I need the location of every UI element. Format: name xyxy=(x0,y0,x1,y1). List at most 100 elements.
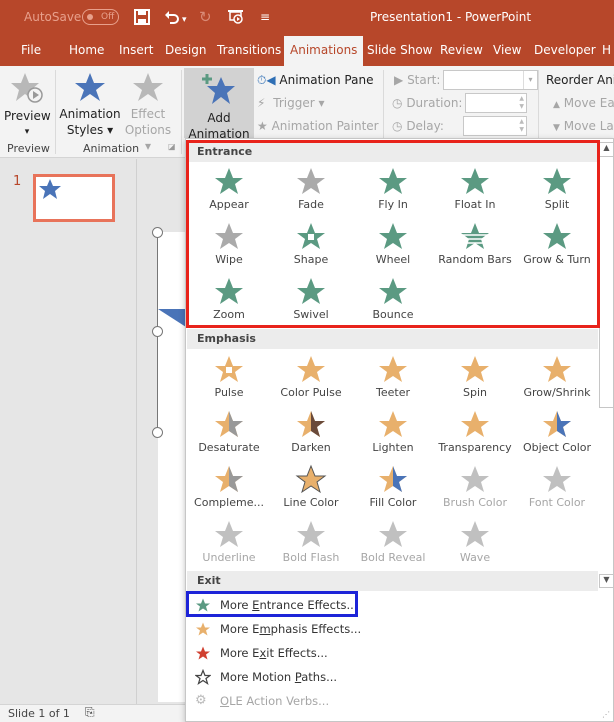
delay-spinner[interactable]: ▲ ▼ xyxy=(463,116,527,136)
animation-transparency[interactable]: Transparency xyxy=(434,406,516,461)
trigger-label: Trigger ▾ xyxy=(273,96,325,110)
undo-dropdown-icon[interactable]: ▾ xyxy=(182,12,187,28)
animation-fly-in[interactable]: Fly In xyxy=(352,163,434,218)
animation-compleme[interactable]: Compleme... xyxy=(188,461,270,516)
tab-transitions[interactable]: Transitions xyxy=(217,43,281,57)
dialog-launcher-icon[interactable]: ◪ xyxy=(168,142,176,151)
resize-handle[interactable] xyxy=(152,227,163,238)
animation-lighten[interactable]: Lighten xyxy=(352,406,434,461)
animation-line-color[interactable]: Line Color xyxy=(270,461,352,516)
animation-underline[interactable]: Underline xyxy=(188,516,270,571)
animation-bounce[interactable]: Bounce xyxy=(352,273,434,328)
animation-brush-color[interactable]: Brush Color xyxy=(434,461,516,516)
menu-more-motion-paths[interactable]: More Motion Paths... xyxy=(187,665,613,689)
animation-darken[interactable]: Darken xyxy=(270,406,352,461)
menu-more-exit-effects[interactable]: More Exit Effects... xyxy=(187,641,613,665)
tab-developer[interactable]: Developer xyxy=(534,43,596,57)
star-shape-fragment[interactable] xyxy=(158,309,188,329)
slide-thumbnail[interactable] xyxy=(33,174,115,222)
move-earlier-button[interactable]: ▲ Move Ea xyxy=(553,95,614,113)
animation-fill-color[interactable]: Fill Color xyxy=(352,461,434,516)
notes-check-icon[interactable]: ⎘ xyxy=(85,705,95,720)
move-later-button[interactable]: ▼ Move La xyxy=(553,118,614,136)
redo-icon[interactable]: ↻ xyxy=(199,9,212,25)
down-arrow-icon: ▼ xyxy=(553,123,560,133)
animation-label: Transparency xyxy=(438,441,512,454)
slide-area xyxy=(158,232,188,702)
scroll-up-icon[interactable]: ▲ xyxy=(600,143,613,157)
customize-qat-icon[interactable]: ≡ xyxy=(260,9,270,25)
delay-label: ◷ Delay: xyxy=(392,119,444,133)
wipe-icon xyxy=(215,223,243,249)
tab-review[interactable]: Review xyxy=(440,43,483,57)
spin-icon xyxy=(461,356,489,382)
add-animation-button[interactable]: Add Animation ▾ xyxy=(184,68,254,157)
animation-spin[interactable]: Spin xyxy=(434,351,516,406)
scroll-down-icon[interactable]: ▼ xyxy=(599,574,614,588)
start-dropdown[interactable]: ▾ xyxy=(443,70,538,90)
undo-icon[interactable] xyxy=(164,9,180,28)
animation-wipe[interactable]: Wipe xyxy=(188,218,270,273)
animation-label: Random Bars xyxy=(438,253,512,266)
save-icon[interactable] xyxy=(134,9,150,28)
animation-label: Split xyxy=(544,198,570,211)
animation-font-color[interactable]: Font Color xyxy=(516,461,598,516)
animation-zoom[interactable]: Zoom xyxy=(188,273,270,328)
start-icon: ▶ xyxy=(394,73,404,87)
tab-insert[interactable]: Insert xyxy=(119,43,153,57)
animation-object-color[interactable]: Object Color xyxy=(516,406,598,461)
spinner-arrows-icon: ▲ ▼ xyxy=(519,118,524,133)
window-title: Presentation1 - PowerPoint xyxy=(370,10,532,24)
animation-label: Fade xyxy=(298,198,324,211)
gallery-scrollbar[interactable]: ▲ xyxy=(599,142,614,408)
tab-view[interactable]: View xyxy=(493,43,521,57)
underline-icon xyxy=(215,521,243,547)
emphasis-star-icon xyxy=(195,621,211,640)
tab-slide-show[interactable]: Slide Show xyxy=(367,43,432,57)
title-bar: AutoSave Off ▾ ↻ ≡ Presentation1 - Power… xyxy=(0,0,614,36)
animation-pane-button[interactable]: ⏱◀ Animation Pane xyxy=(257,72,373,88)
autosave-toggle[interactable]: Off xyxy=(82,9,119,25)
animation-label: Bold Flash xyxy=(282,551,340,564)
menu-more-emphasis-effects[interactable]: More Emphasis Effects... xyxy=(187,617,613,641)
animation-random-bars[interactable]: Random Bars xyxy=(434,218,516,273)
trigger-button[interactable]: ⚡ Trigger ▾ xyxy=(257,95,325,111)
tab-file[interactable]: File xyxy=(21,43,41,57)
group-separator xyxy=(181,70,182,154)
animation-grow-turn[interactable]: Grow & Turn xyxy=(516,218,598,273)
swivel-icon xyxy=(297,278,325,304)
animation-styles-button[interactable]: Animation Styles ▾ xyxy=(58,72,122,138)
present-from-start-icon[interactable] xyxy=(227,9,245,28)
animation-split[interactable]: Split xyxy=(516,163,598,218)
duration-spinner[interactable]: ▲ ▼ xyxy=(465,93,527,113)
animation-shape[interactable]: Shape xyxy=(270,218,352,273)
animation-teeter[interactable]: Teeter xyxy=(352,351,434,406)
animation-wave[interactable]: Wave xyxy=(434,516,516,571)
slide-number: 1 xyxy=(13,174,22,189)
tab-animations[interactable]: Animations xyxy=(284,36,364,66)
animation-float-in[interactable]: Float In xyxy=(434,163,516,218)
animation-painter-button[interactable]: ★ Animation Painter xyxy=(257,118,379,134)
animation-fade[interactable]: Fade xyxy=(270,163,352,218)
tab-help[interactable]: H xyxy=(602,43,611,57)
animation-pulse[interactable]: Pulse xyxy=(188,351,270,406)
resize-handle[interactable] xyxy=(152,427,163,438)
menu-ole-action-verbs[interactable]: ⚙ OLE Action Verbs... xyxy=(187,689,613,713)
tab-home[interactable]: Home xyxy=(69,43,104,57)
tab-design[interactable]: Design xyxy=(165,43,206,57)
animation-grow-shrink[interactable]: Grow/Shrink xyxy=(516,351,598,406)
animation-desaturate[interactable]: Desaturate xyxy=(188,406,270,461)
animation-bold-flash[interactable]: Bold Flash xyxy=(270,516,352,571)
animation-label: Zoom xyxy=(213,308,245,321)
preview-button[interactable]: Preview ▾ xyxy=(4,72,51,140)
animation-color-pulse[interactable]: Color Pulse xyxy=(270,351,352,406)
animation-label: Line Color xyxy=(283,496,339,509)
animation-wheel[interactable]: Wheel xyxy=(352,218,434,273)
animation-swivel[interactable]: Swivel xyxy=(270,273,352,328)
animation-label: Float In xyxy=(454,198,496,211)
resize-grip-icon[interactable]: ⋰ xyxy=(602,710,610,719)
animation-bold-reveal[interactable]: Bold Reveal xyxy=(352,516,434,571)
menu-more-entrance-effects[interactable]: More Entrance Effects... xyxy=(187,593,613,617)
animation-appear[interactable]: Appear xyxy=(188,163,270,218)
animation-label: Wipe xyxy=(215,253,243,266)
